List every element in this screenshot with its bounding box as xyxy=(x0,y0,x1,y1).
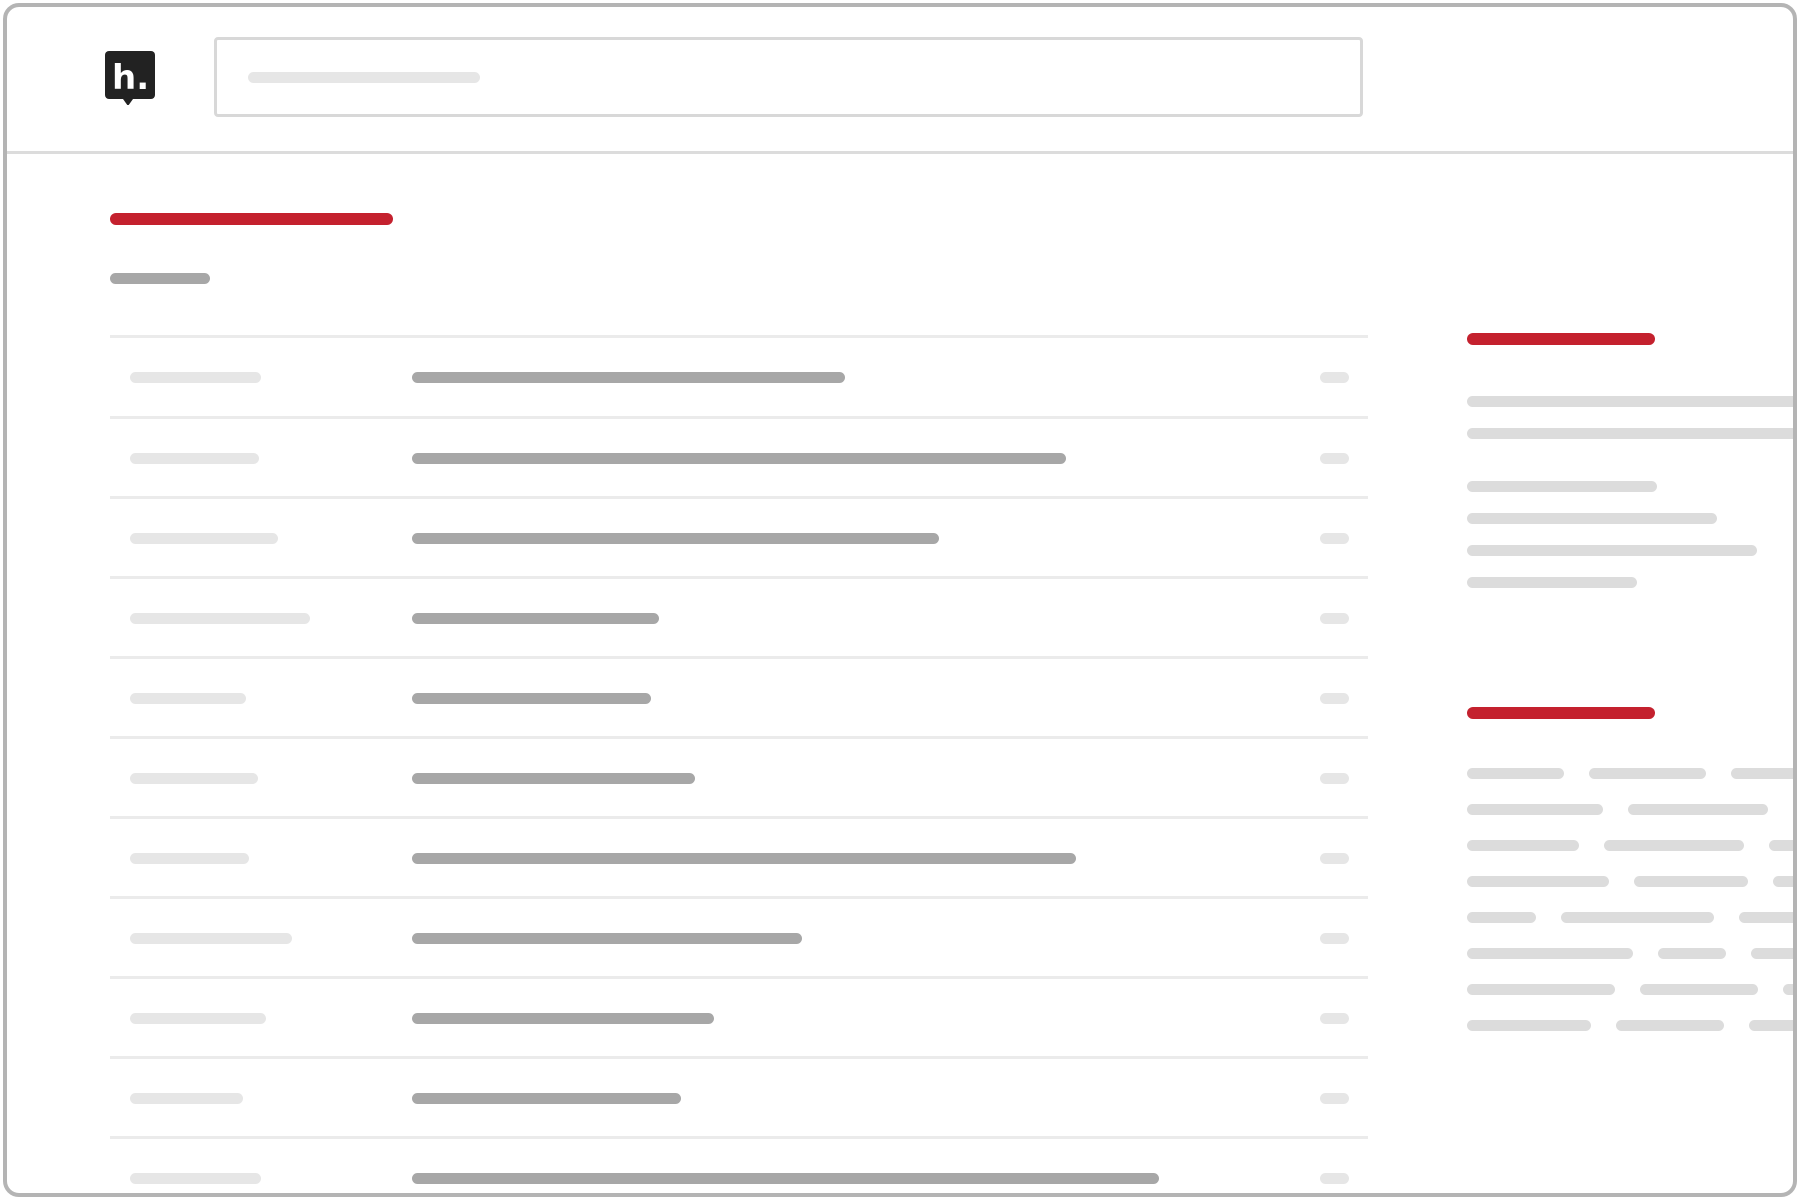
row-label xyxy=(130,613,310,624)
row-label xyxy=(130,933,292,944)
tag-link[interactable] xyxy=(1739,912,1793,923)
row-divider xyxy=(110,1136,1368,1139)
row-divider xyxy=(110,335,1368,338)
row-label xyxy=(130,372,261,383)
tag-link[interactable] xyxy=(1751,948,1793,959)
row-label xyxy=(130,853,249,864)
row-label xyxy=(130,1173,261,1184)
row-count xyxy=(1320,1173,1349,1184)
row-divider xyxy=(110,496,1368,499)
sidebar-link[interactable] xyxy=(1467,545,1757,556)
row-divider xyxy=(110,976,1368,979)
row-label xyxy=(130,1013,266,1024)
row-count xyxy=(1320,773,1349,784)
tag-link[interactable] xyxy=(1467,1020,1591,1031)
sidebar-text-line xyxy=(1467,428,1793,439)
tag-link[interactable] xyxy=(1467,912,1536,923)
row-count xyxy=(1320,1093,1349,1104)
row-value[interactable] xyxy=(412,1013,714,1024)
tag-link[interactable] xyxy=(1658,948,1726,959)
tag-link[interactable] xyxy=(1731,768,1793,779)
row-value[interactable] xyxy=(412,773,695,784)
row-divider xyxy=(110,816,1368,819)
row-label xyxy=(130,1093,243,1104)
row-value[interactable] xyxy=(412,853,1076,864)
logo-icon[interactable]: h. xyxy=(105,51,155,106)
tag-link[interactable] xyxy=(1616,1020,1724,1031)
row-value[interactable] xyxy=(412,1093,681,1104)
tag-link[interactable] xyxy=(1467,768,1564,779)
tag-link[interactable] xyxy=(1773,876,1793,887)
row-count xyxy=(1320,693,1349,704)
tag-link[interactable] xyxy=(1589,768,1706,779)
row-divider xyxy=(110,736,1368,739)
row-divider xyxy=(110,576,1368,579)
tag-link[interactable] xyxy=(1467,876,1609,887)
tag-link[interactable] xyxy=(1628,804,1768,815)
row-value[interactable] xyxy=(412,933,802,944)
sidebar-link[interactable] xyxy=(1467,577,1637,588)
search-input[interactable] xyxy=(214,37,1363,117)
row-divider xyxy=(110,416,1368,419)
row-count xyxy=(1320,853,1349,864)
tag-link[interactable] xyxy=(1749,1020,1793,1031)
tag-link[interactable] xyxy=(1793,804,1797,815)
row-value[interactable] xyxy=(412,533,939,544)
row-divider xyxy=(110,1056,1368,1059)
row-value[interactable] xyxy=(412,453,1066,464)
row-value[interactable] xyxy=(412,1173,1159,1184)
page-title xyxy=(110,213,393,225)
row-value[interactable] xyxy=(412,372,845,383)
tag-link[interactable] xyxy=(1783,984,1793,995)
tag-link[interactable] xyxy=(1467,840,1579,851)
row-count xyxy=(1320,933,1349,944)
tag-link[interactable] xyxy=(1604,840,1744,851)
row-label xyxy=(130,773,258,784)
row-divider xyxy=(110,896,1368,899)
search-placeholder xyxy=(248,72,480,83)
row-value[interactable] xyxy=(412,613,659,624)
sidebar-heading-two xyxy=(1467,707,1655,719)
row-label xyxy=(130,453,259,464)
top-header: h. xyxy=(7,7,1793,154)
tag-link[interactable] xyxy=(1467,804,1603,815)
logo-letter: h. xyxy=(112,58,149,98)
row-label xyxy=(130,533,278,544)
row-count xyxy=(1320,1013,1349,1024)
sidebar-text-line xyxy=(1467,396,1793,407)
row-count xyxy=(1320,533,1349,544)
tag-link[interactable] xyxy=(1467,984,1615,995)
row-value[interactable] xyxy=(412,693,651,704)
sidebar-link[interactable] xyxy=(1467,513,1717,524)
tag-link[interactable] xyxy=(1640,984,1758,995)
tag-link[interactable] xyxy=(1561,912,1714,923)
row-count xyxy=(1320,372,1349,383)
sidebar-heading-one xyxy=(1467,333,1655,345)
sidebar-link[interactable] xyxy=(1467,481,1657,492)
tag-link[interactable] xyxy=(1467,948,1633,959)
page-subtitle xyxy=(110,273,210,284)
row-divider xyxy=(110,656,1368,659)
browser-window: h. xyxy=(3,3,1797,1197)
row-label xyxy=(130,693,246,704)
row-count xyxy=(1320,453,1349,464)
tag-link[interactable] xyxy=(1769,840,1793,851)
tag-link[interactable] xyxy=(1634,876,1748,887)
row-count xyxy=(1320,613,1349,624)
